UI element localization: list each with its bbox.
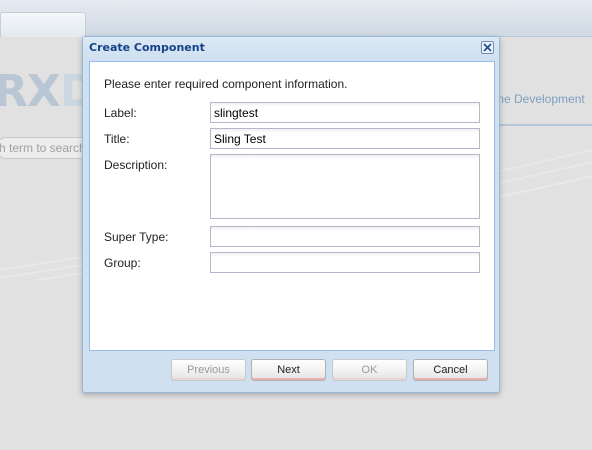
app-top-bar xyxy=(0,0,592,37)
intro-text: Please enter required component informat… xyxy=(104,77,348,91)
next-button[interactable]: Next xyxy=(251,359,326,381)
nav-divider xyxy=(496,124,592,126)
title-input[interactable] xyxy=(210,128,480,149)
group-field-label: Group: xyxy=(104,256,141,270)
label-input[interactable] xyxy=(210,102,480,123)
search-input[interactable]: h term to search xyxy=(0,137,94,159)
ok-button[interactable]: OK xyxy=(332,359,407,381)
close-button[interactable] xyxy=(481,41,494,54)
super-type-field-label: Super Type: xyxy=(104,230,169,244)
title-field-label: Title: xyxy=(104,132,130,146)
dialog-title: Create Component xyxy=(89,41,205,54)
create-component-dialog: Create Component Please enter required c… xyxy=(82,36,500,393)
close-icon xyxy=(483,43,492,52)
label-field-label: Label: xyxy=(104,106,137,120)
super-type-input[interactable] xyxy=(210,226,480,247)
app-tab[interactable] xyxy=(0,12,86,37)
cancel-button[interactable]: Cancel xyxy=(413,359,488,381)
description-textarea[interactable] xyxy=(210,154,480,219)
nav-link-home-development[interactable]: me Development xyxy=(494,92,585,106)
group-input[interactable] xyxy=(210,252,480,273)
description-field-label: Description: xyxy=(104,158,168,172)
dialog-header[interactable]: Create Component xyxy=(83,37,499,59)
previous-button[interactable]: Previous xyxy=(171,359,246,381)
dialog-body: Please enter required component informat… xyxy=(89,61,495,351)
